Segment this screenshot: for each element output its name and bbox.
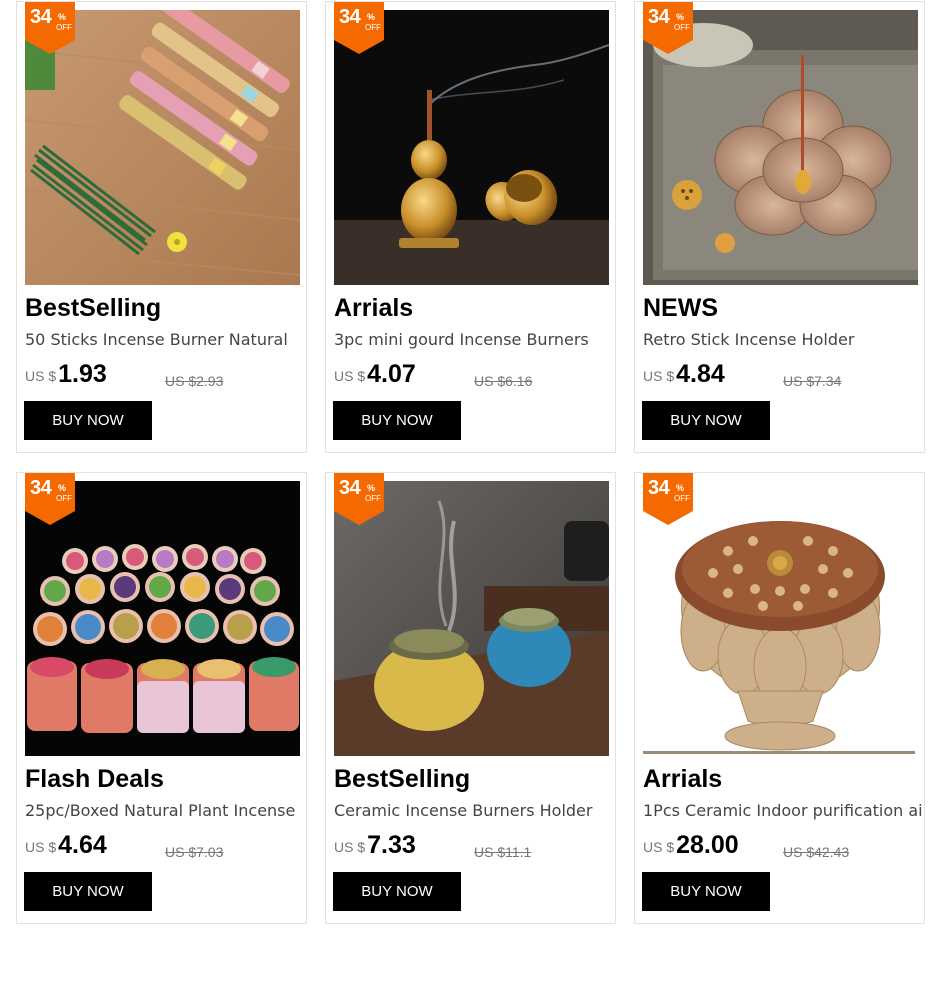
product-name[interactable]: Ceramic Incense Burners Holder [334,801,614,820]
currency-label: US $ [25,839,57,855]
product-price: US $4.84 [643,360,725,389]
original-price: US $6.16 [474,373,533,389]
discount-number: 34 [30,477,52,499]
buy-now-button[interactable]: BUY NOW [642,401,770,440]
buy-now-button[interactable]: BUY NOW [24,872,152,911]
product-price: US $28.00 [643,831,739,860]
discount-percent: % [676,12,685,22]
price-value: 4.64 [58,831,107,859]
product-card[interactable]: 34 % OFF Arrials 1Pcs Ceramic Indoor pur… [634,472,925,924]
product-category: BestSelling [334,765,471,793]
discount-off: OFF [674,23,690,32]
product-name[interactable]: 25pc/Boxed Natural Plant Incense [25,801,305,820]
price-value: 4.84 [676,360,725,388]
product-price: US $4.64 [25,831,107,860]
product-card[interactable]: 34 % OFF BestSelling 50 Sticks Incense B… [16,1,307,453]
product-price: US $4.07 [334,360,416,389]
product-category: BestSelling [25,294,162,322]
buy-now-button[interactable]: BUY NOW [24,401,152,440]
price-value: 4.07 [367,360,416,388]
discount-off: OFF [674,494,690,503]
currency-label: US $ [334,839,366,855]
discount-off: OFF [365,23,381,32]
discount-percent: % [367,12,376,22]
product-category: Arrials [334,294,414,322]
product-category: Arrials [643,765,723,793]
discount-badge: 34 % OFF [643,473,693,525]
price-value: 1.93 [58,360,107,388]
product-card[interactable]: 34 % OFF Flash Deals 25pc/Boxed Natural … [16,472,307,924]
currency-label: US $ [643,368,675,384]
buy-now-button[interactable]: BUY NOW [642,872,770,911]
product-category: NEWS [643,294,718,322]
discount-percent: % [58,483,67,493]
original-price: US $2.93 [165,373,224,389]
product-card[interactable]: 34 % OFF BestSelling Ceramic Incense Bur… [325,472,616,924]
original-price: US $11.1 [474,844,532,860]
discount-percent: % [367,483,376,493]
product-card[interactable]: 34 % OFF NEWS Retro Stick Incense Holder… [634,1,925,453]
discount-badge: 34 % OFF [25,2,75,54]
discount-off: OFF [56,494,72,503]
price-value: 28.00 [676,831,739,859]
product-price: US $7.33 [334,831,416,860]
buy-now-button[interactable]: BUY NOW [333,401,461,440]
product-price: US $1.93 [25,360,107,389]
product-name[interactable]: Retro Stick Incense Holder [643,330,923,349]
discount-off: OFF [56,23,72,32]
original-price: US $7.34 [783,373,842,389]
discount-number: 34 [30,6,52,28]
product-name[interactable]: 1Pcs Ceramic Indoor purification air [643,801,923,820]
discount-number: 34 [339,477,361,499]
discount-number: 34 [648,6,670,28]
discount-percent: % [58,12,67,22]
buy-now-button[interactable]: BUY NOW [333,872,461,911]
discount-badge: 34 % OFF [25,473,75,525]
original-price: US $7.03 [165,844,224,860]
discount-badge: 34 % OFF [643,2,693,54]
currency-label: US $ [643,839,675,855]
discount-badge: 34 % OFF [334,2,384,54]
price-value: 7.33 [367,831,416,859]
discount-badge: 34 % OFF [334,473,384,525]
currency-label: US $ [334,368,366,384]
discount-percent: % [676,483,685,493]
original-price: US $42.43 [783,844,850,860]
product-name[interactable]: 50 Sticks Incense Burner Natural [25,330,305,349]
product-grid: 34 % OFF BestSelling 50 Sticks Incense B… [0,0,943,985]
discount-off: OFF [365,494,381,503]
product-category: Flash Deals [25,765,164,793]
product-card[interactable]: 34 % OFF Arrials 3pc mini gourd Incense … [325,1,616,453]
discount-number: 34 [648,477,670,499]
product-name[interactable]: 3pc mini gourd Incense Burners [334,330,614,349]
discount-number: 34 [339,6,361,28]
currency-label: US $ [25,368,57,384]
